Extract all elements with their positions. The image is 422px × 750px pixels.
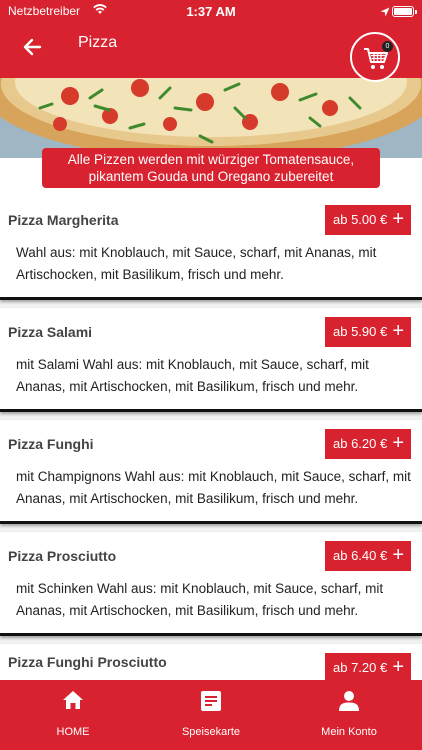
info-banner-line1: Alle Pizzen werden mit würziger Tomatens… xyxy=(67,152,355,167)
product-name: Pizza Prosciutto xyxy=(8,548,117,564)
product-description: mit Salami Wahl aus: mit Knoblauch, mit … xyxy=(16,357,369,394)
tab-label: HOME xyxy=(56,726,90,738)
info-banner-line2: pikantem Gouda und Oregano zubereitet xyxy=(88,169,334,184)
plus-icon: + xyxy=(392,544,404,566)
page-title: Pizza xyxy=(78,34,118,51)
cart-button[interactable]: 0 xyxy=(350,32,400,82)
tab-home[interactable]: HOME xyxy=(3,680,143,750)
tab-speisekarte[interactable]: Speisekarte xyxy=(141,680,281,750)
product-name: Pizza Margherita xyxy=(8,212,119,228)
price-label: ab 5.00 € xyxy=(333,212,388,227)
price-label: ab 5.90 € xyxy=(333,324,388,339)
status-bar: Netzbetreiber 1:37 AM xyxy=(0,0,422,24)
product-description: mit Schinken Wahl aus: mit Knoblauch, mi… xyxy=(16,581,384,618)
price-label: ab 6.20 € xyxy=(333,436,388,451)
add-to-cart-button[interactable]: ab 6.40 € + xyxy=(325,541,411,571)
product-name: Pizza Salami xyxy=(8,324,93,340)
clock: 1:37 AM xyxy=(186,4,236,19)
product-name: Pizza Funghi xyxy=(8,436,94,452)
product-card[interactable]: Pizza Margherita ab 5.00 € + Wahl aus: m… xyxy=(0,196,422,300)
bottom-tab-bar: HOME Speisekarte Mein Konto xyxy=(0,680,422,750)
product-card[interactable]: Pizza Salami ab 5.90 € + mit Salami Wahl… xyxy=(0,308,422,412)
arrow-left-icon xyxy=(23,38,42,56)
menu-card-icon xyxy=(201,691,221,711)
info-banner: Alle Pizzen werden mit würziger Tomatens… xyxy=(42,148,380,188)
product-name: Pizza Funghi Prosciutto xyxy=(8,654,167,670)
price-label: ab 6.40 € xyxy=(333,548,388,563)
product-card[interactable]: Pizza Funghi ab 6.20 € + mit Champignons… xyxy=(0,420,422,524)
product-card[interactable]: Pizza Funghi Prosciutto ab 7.20 € + xyxy=(0,644,422,680)
back-button[interactable] xyxy=(18,32,48,62)
location-icon xyxy=(380,5,390,20)
product-list[interactable]: Pizza Margherita ab 5.00 € + Wahl aus: m… xyxy=(0,196,422,680)
add-to-cart-button[interactable]: ab 5.00 € + xyxy=(325,205,411,235)
plus-icon: + xyxy=(392,320,404,342)
add-to-cart-button[interactable]: ab 5.90 € + xyxy=(325,317,411,347)
price-label: ab 7.20 € xyxy=(333,660,388,675)
plus-icon: + xyxy=(392,208,404,230)
tab-mein-konto[interactable]: Mein Konto xyxy=(279,680,419,750)
product-description: Wahl aus: mit Knoblauch, mit Sauce, scha… xyxy=(16,245,377,282)
user-icon xyxy=(339,691,359,711)
product-description: mit Champignons Wahl aus: mit Knoblauch,… xyxy=(16,469,411,506)
cart-count-badge: 0 xyxy=(382,41,393,52)
battery-icon xyxy=(392,6,417,17)
add-to-cart-button[interactable]: ab 7.20 € + xyxy=(325,653,411,680)
tab-label: Speisekarte xyxy=(181,726,241,738)
add-to-cart-button[interactable]: ab 6.20 € + xyxy=(325,429,411,459)
pizza-hero-image xyxy=(0,78,422,158)
product-card[interactable]: Pizza Prosciutto ab 6.40 € + mit Schinke… xyxy=(0,532,422,636)
home-icon xyxy=(63,691,83,709)
plus-icon: + xyxy=(392,432,404,454)
plus-icon: + xyxy=(392,656,404,678)
tab-label: Mein Konto xyxy=(321,726,377,738)
